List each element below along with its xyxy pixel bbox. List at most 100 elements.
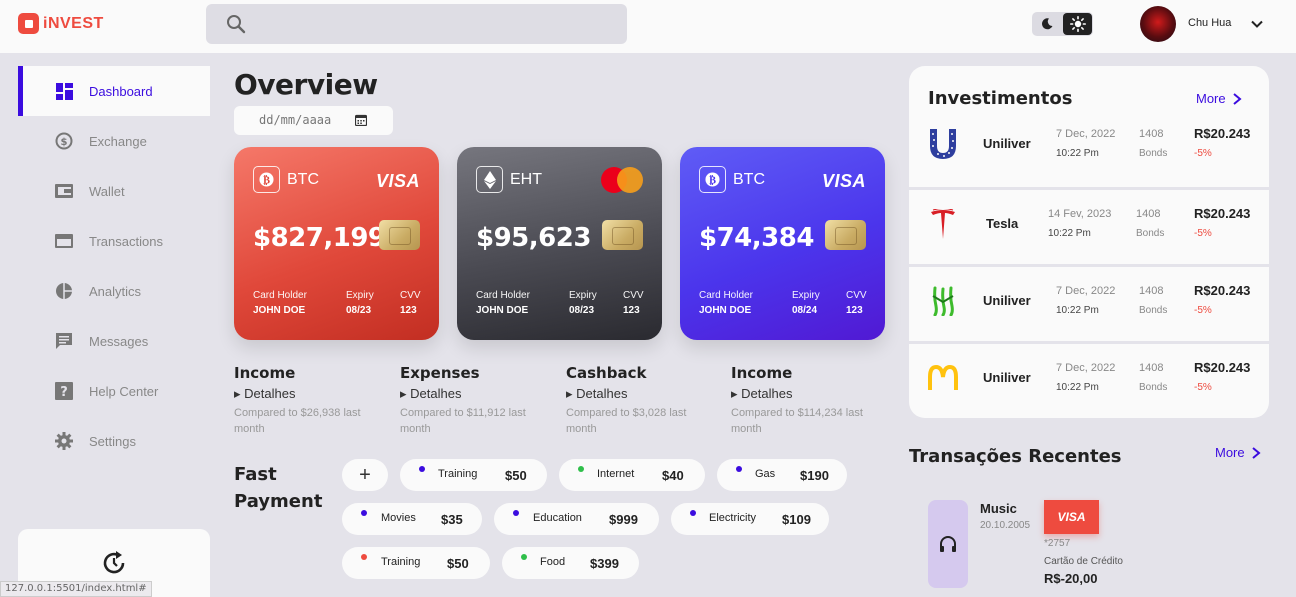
investment-qty: 1408 — [1136, 208, 1161, 220]
stat-title: Expenses — [400, 364, 480, 382]
credit-card[interactable]: EHT $95,623 Card Holder JOHN DOE Expiry 08… — [457, 147, 662, 340]
chevron-right-icon — [1232, 92, 1242, 105]
credit-card[interactable]: ₿ BTC VISA $74,384 Card Holder JOHN DOE E… — [680, 147, 885, 340]
investments-more-link[interactable]: More — [1196, 91, 1242, 106]
card-cvv: CVV 123 — [846, 290, 867, 316]
payment-price: $35 — [441, 512, 463, 527]
investment-row[interactable]: Uniliver 7 Dec, 2022 10:22 Pm 1408 Bonds… — [909, 110, 1269, 185]
card-holder: Card Holder JOHN DOE — [699, 290, 753, 316]
details-toggle[interactable]: ▸ Detalhes — [234, 386, 384, 402]
card-holder: Card Holder JOHN DOE — [253, 290, 307, 316]
payment-name: Food — [540, 556, 566, 568]
payment-chip[interactable]: Internet $40 — [559, 459, 705, 491]
sidebar-item-label: Dashboard — [89, 83, 153, 99]
payment-name: Training — [381, 556, 421, 568]
app-logo[interactable]: iNVEST — [18, 13, 104, 34]
investment-date: 7 Dec, 2022 — [1056, 128, 1116, 140]
investment-change: -5% — [1194, 382, 1212, 393]
investment-row[interactable]: Uniliver 7 Dec, 2022 10:22 Pm 1408 Bonds… — [909, 264, 1269, 339]
refresh-icon[interactable] — [101, 550, 127, 576]
date-input[interactable]: dd/mm/aaaa — [234, 106, 393, 135]
investment-row[interactable]: Uniliver 7 Dec, 2022 10:22 Pm 1408 Bonds… — [909, 341, 1269, 416]
investments-title: Investimentos — [928, 88, 1073, 109]
calendar-icon[interactable] — [355, 114, 367, 126]
card-icon — [54, 231, 74, 251]
monster-logo-icon — [927, 285, 959, 317]
investment-qty-label: Bonds — [1139, 305, 1168, 316]
avatar[interactable] — [1140, 6, 1176, 42]
investment-row[interactable]: Tesla 14 Fev, 2023 10:22 Pm 1408 Bonds R… — [909, 187, 1269, 262]
transactions-more-link[interactable]: More — [1215, 445, 1261, 460]
payment-chip[interactable]: Education $999 — [494, 503, 659, 535]
svg-text:$: $ — [61, 137, 68, 148]
investment-name: Uniliver — [983, 370, 1031, 385]
card-chip-icon — [602, 220, 643, 250]
payment-chip[interactable]: Training $50 — [400, 459, 547, 491]
sidebar-item-wallet[interactable]: Wallet — [18, 166, 210, 216]
ethereum-icon — [476, 166, 503, 193]
payment-name: Training — [438, 468, 478, 480]
stat-compare: Compared to $26,938 last month — [234, 407, 361, 435]
tesla-logo-icon — [927, 208, 959, 240]
sidebar-item-transactions[interactable]: Transactions — [18, 216, 210, 266]
sidebar-item-label: Exchange — [89, 133, 147, 149]
investment-price: R$20.243 — [1194, 206, 1251, 221]
payment-name: Electricity — [709, 512, 757, 524]
payment-chip[interactable]: Electricity $109 — [671, 503, 829, 535]
stat-title: Income — [731, 364, 793, 382]
svg-text:₿: ₿ — [263, 174, 270, 186]
chevron-right-icon — [1251, 446, 1261, 459]
payment-chip[interactable]: Training $50 — [342, 547, 490, 579]
details-toggle[interactable]: ▸ Detalhes — [400, 386, 550, 402]
user-name[interactable]: Chu Hua — [1188, 17, 1231, 29]
sidebar-item-help-center[interactable]: ? Help Center — [18, 366, 210, 416]
sun-icon[interactable] — [1063, 13, 1092, 35]
wallet-icon — [54, 181, 74, 201]
sidebar-item-label: Transactions — [89, 233, 163, 249]
sidebar-item-label: Help Center — [89, 383, 159, 399]
investment-qty: 1408 — [1139, 362, 1164, 374]
payment-price: $190 — [800, 468, 829, 483]
investment-date: 7 Dec, 2022 — [1056, 285, 1116, 297]
card-amount: $827,199 — [253, 223, 386, 253]
mcdonalds-logo-icon — [927, 362, 959, 394]
sidebar-item-analytics[interactable]: Analytics — [18, 266, 210, 316]
card-type: Cartão de Crédito — [1044, 556, 1123, 567]
status-url: 127.0.0.1:5501/index.html# — [0, 581, 152, 597]
card-amount: $95,623 — [476, 223, 591, 253]
search-icon — [227, 15, 246, 34]
visa-logo: VISA — [375, 171, 420, 191]
sidebar-item-exchange[interactable]: $ Exchange — [18, 116, 210, 166]
credit-card[interactable]: ₿ BTC VISA $827,199 Card Holder JOHN DOE … — [234, 147, 439, 340]
payment-chip[interactable]: Movies $35 — [342, 503, 482, 535]
transaction-amount: R$-20,00 — [1044, 571, 1098, 586]
transaction-name: Music — [980, 501, 1017, 516]
card-number: *2757 — [1044, 538, 1071, 549]
card-cvv: CVV 123 — [623, 290, 644, 316]
search-input[interactable] — [206, 4, 627, 44]
chevron-down-icon[interactable] — [1250, 17, 1264, 31]
investment-qty: 1408 — [1139, 128, 1164, 140]
sidebar-item-label: Wallet — [89, 183, 125, 199]
payment-price: $399 — [590, 556, 619, 571]
details-toggle[interactable]: ▸ Detalhes — [566, 386, 716, 402]
payment-chip[interactable]: Gas $190 — [717, 459, 847, 491]
add-payment-button[interactable]: + — [342, 459, 388, 491]
investment-price: R$20.243 — [1194, 283, 1251, 298]
payment-chip[interactable]: Food $399 — [502, 547, 639, 579]
visa-logo: VISA — [1044, 500, 1099, 534]
details-toggle[interactable]: ▸ Detalhes — [731, 386, 881, 402]
help-icon: ? — [54, 381, 74, 401]
sidebar-item-settings[interactable]: Settings — [18, 416, 210, 466]
investment-change: -5% — [1194, 148, 1212, 159]
mastercard-logo — [601, 167, 643, 193]
sidebar-item-messages[interactable]: Messages — [18, 316, 210, 366]
coin-name: EHT — [510, 171, 542, 188]
sidebar-item-dashboard[interactable]: Dashboard — [18, 66, 210, 116]
transactions-title: Transações Recentes — [909, 446, 1122, 467]
moon-icon[interactable] — [1038, 15, 1056, 33]
theme-toggle[interactable] — [1032, 12, 1093, 36]
investment-qty: 1408 — [1139, 285, 1164, 297]
payment-price: $40 — [662, 468, 684, 483]
status-dot — [521, 554, 527, 560]
